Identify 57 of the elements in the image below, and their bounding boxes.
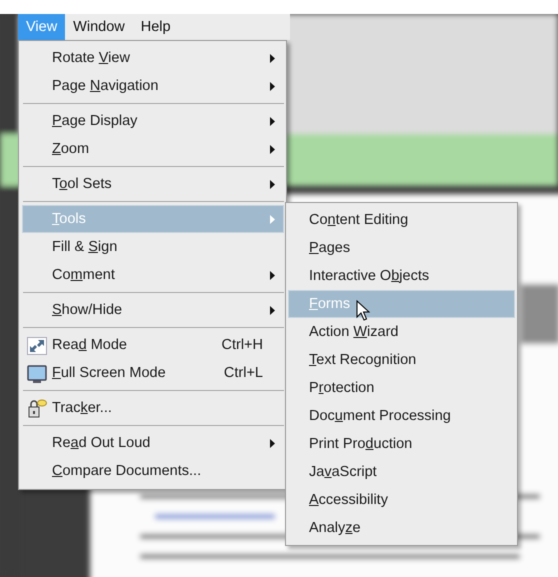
shortcut-label: Ctrl+H bbox=[222, 337, 263, 353]
menu-item-label: Rotate View bbox=[52, 50, 130, 66]
menu-item-label: Show/Hide bbox=[52, 302, 122, 318]
menu-item[interactable]: Content Editing bbox=[288, 206, 515, 234]
menu-item-label: Print Production bbox=[309, 436, 412, 452]
menu-item[interactable]: Pages bbox=[288, 234, 515, 262]
menu-item[interactable]: Read Mode Ctrl+H bbox=[22, 331, 284, 359]
menu-item-label: Action Wizard bbox=[309, 324, 398, 340]
expand-arrows-icon bbox=[27, 337, 47, 355]
menu-item[interactable]: Text Recognition bbox=[288, 346, 515, 374]
menu-item[interactable]: Interactive Objects bbox=[288, 262, 515, 290]
menu-item-label: JavaScript bbox=[309, 464, 377, 480]
menu-item-label: Read Out Loud bbox=[52, 435, 150, 451]
menu-item-label: Protection bbox=[309, 380, 374, 396]
menu-item-label: Accessibility bbox=[309, 492, 388, 508]
menu-item[interactable]: Document Processing bbox=[288, 402, 515, 430]
menu-item-label: Fill & Sign bbox=[52, 239, 118, 255]
menu-item[interactable]: Fill & Sign bbox=[22, 233, 284, 261]
menu-item-label: Text Recognition bbox=[309, 352, 416, 368]
lock-bubble-icon bbox=[27, 399, 47, 419]
monitor-icon bbox=[27, 364, 47, 384]
menu-item-label: Page Display bbox=[52, 113, 138, 129]
menu-item[interactable]: Page Display bbox=[22, 107, 284, 135]
menu-item-label: Comment bbox=[52, 267, 115, 283]
cursor-icon bbox=[356, 300, 370, 321]
menu-item-label: Document Processing bbox=[309, 408, 451, 424]
menu-item[interactable]: Print Production bbox=[288, 430, 515, 458]
menu-item[interactable]: Comment bbox=[22, 261, 284, 289]
menu-item[interactable]: Compare Documents... bbox=[22, 457, 284, 485]
menu-item-label: Read Mode bbox=[52, 337, 127, 353]
menu-item-label: Interactive Objects bbox=[309, 268, 430, 284]
menu-item-label: Compare Documents... bbox=[52, 463, 202, 479]
menu-item-label: Forms bbox=[309, 296, 350, 312]
menu-item[interactable]: Page Navigation bbox=[22, 72, 284, 100]
menu-item[interactable]: Action Wizard bbox=[288, 318, 515, 346]
menu-item-label: Pages bbox=[309, 240, 350, 256]
menu-item[interactable]: Tool Sets bbox=[22, 170, 284, 198]
menu-bar-item[interactable]: Help bbox=[132, 14, 179, 40]
menu-item-label: Tracker... bbox=[52, 400, 112, 416]
menu-item-label: Zoom bbox=[52, 141, 90, 157]
menu-item-label: Full Screen Mode bbox=[52, 365, 166, 381]
menu-item[interactable]: Full Screen Mode Ctrl+L bbox=[22, 359, 284, 387]
menu-item[interactable]: Read Out Loud bbox=[22, 429, 284, 457]
menu-item-label: Page Navigation bbox=[52, 78, 158, 94]
menu-item-label: Content Editing bbox=[309, 212, 408, 228]
menu-item[interactable]: Tracker... bbox=[22, 394, 284, 422]
menu-item[interactable]: Analyze bbox=[288, 514, 515, 542]
menu-item[interactable]: Accessibility bbox=[288, 486, 515, 514]
menu-bar-item[interactable]: Window bbox=[65, 14, 133, 40]
shortcut-label: Ctrl+L bbox=[224, 365, 263, 381]
menu-item-label: Tool Sets bbox=[52, 176, 112, 192]
menu-item[interactable]: JavaScript bbox=[288, 458, 515, 486]
menu-item[interactable]: Rotate View bbox=[22, 44, 284, 72]
menu-item-label: Analyze bbox=[309, 520, 361, 536]
menu-item[interactable]: Protection bbox=[288, 374, 515, 402]
menu-item-label: Tools bbox=[52, 211, 86, 227]
menu-item[interactable]: Show/Hide bbox=[22, 296, 284, 324]
